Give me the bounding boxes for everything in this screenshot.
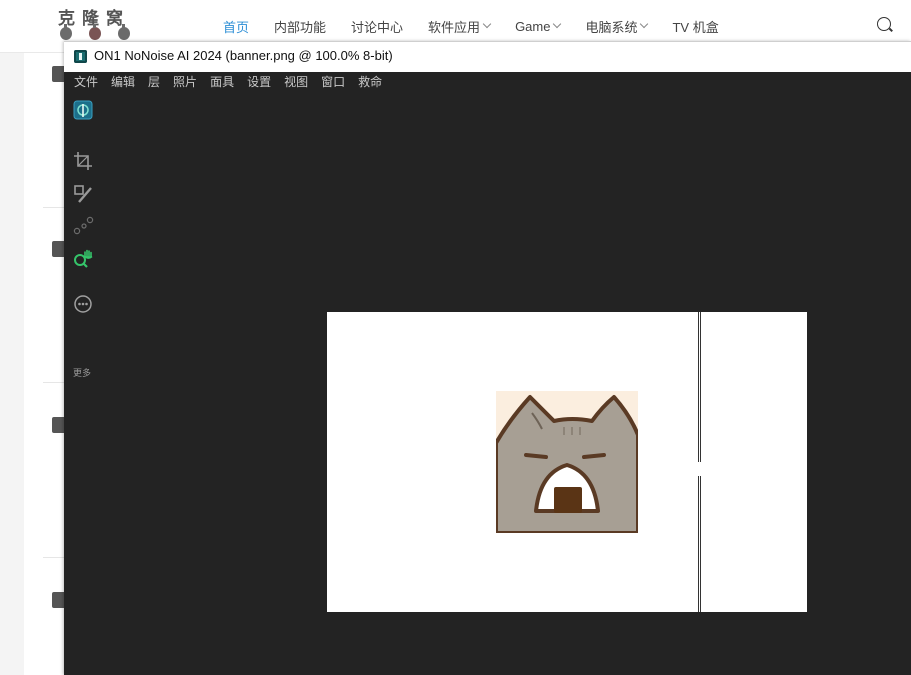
chevron-down-icon [640,19,649,29]
chevron-down-icon [482,19,492,29]
menu-mask[interactable]: 面具 [210,73,234,90]
tool-sidebar: 更多 [64,91,102,675]
search-icon[interactable] [877,17,891,31]
app-icon [74,50,87,63]
nav-item-label: 首页 [223,19,250,35]
window-title: ON1 NoNoise AI 2024 (banner.png @ 100.0%… [94,48,393,63]
nav-item-software[interactable]: 软件应用 [428,17,492,36]
nav-item-label: 讨论中心 [351,19,404,35]
main-nav: 首页 内部功能 讨论中心 软件应用 Game 电脑系统 TV 机盒 [223,16,744,36]
menu-settings[interactable]: 设置 [247,73,271,90]
nav-item-label: Game [515,18,551,34]
menu-bar: 文件 编辑 层 照片 面具 设置 视图 窗口 救命 [64,71,911,91]
chevron-down-icon [553,19,562,29]
app-logo-icon[interactable] [72,99,94,121]
nav-item-label: TV 机盒 [672,19,719,35]
site-logo[interactable]: 克隆窝 [58,2,148,42]
menu-window[interactable]: 窗口 [321,73,345,90]
nav-item-game[interactable]: Game [515,18,562,34]
nav-item-label: 电脑系统 [585,19,638,35]
nav-item-system[interactable]: 电脑系统 [585,17,649,36]
guide-gap [696,462,704,476]
nav-item-home[interactable]: 首页 [223,17,249,36]
nav-item-label: 软件应用 [428,19,481,35]
document-canvas[interactable] [327,312,807,612]
nav-item-discussion[interactable]: 讨论中心 [351,17,403,36]
crop-icon[interactable] [72,150,94,172]
cat-rice-ball-icon [496,391,638,533]
nodes-icon[interactable] [72,215,94,237]
more-icon[interactable] [72,293,94,315]
menu-file[interactable]: 文件 [74,73,98,90]
retouch-brush-icon[interactable] [72,183,94,205]
menu-edit[interactable]: 编辑 [111,73,135,90]
nav-item-internal[interactable]: 内部功能 [274,17,326,36]
zoom-hand-icon[interactable] [72,248,94,270]
logo-figure-icon [60,24,72,40]
nav-item-tvbox[interactable]: TV 机盒 [672,17,718,36]
menu-photo[interactable]: 照片 [173,73,197,90]
more-label: 更多 [73,368,92,378]
logo-figure-icon [118,24,130,40]
app-window: ON1 NoNoise AI 2024 (banner.png @ 100.0%… [64,41,911,675]
window-titlebar[interactable]: ON1 NoNoise AI 2024 (banner.png @ 100.0%… [64,41,911,72]
logo-figure-icon [89,24,101,40]
nav-item-label: 内部功能 [274,19,327,35]
menu-help[interactable]: 救命 [358,73,382,90]
menu-view[interactable]: 视图 [284,73,308,90]
menu-layer[interactable]: 层 [148,73,160,90]
